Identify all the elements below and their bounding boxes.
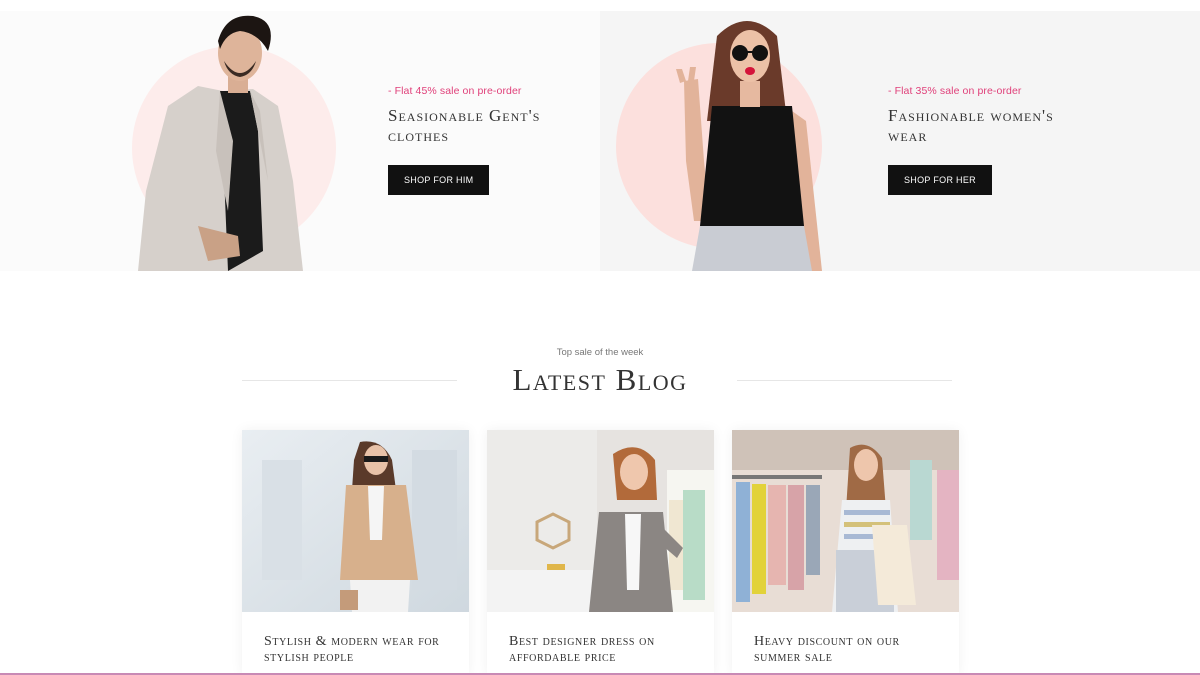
blog-image[interactable]	[487, 430, 714, 612]
page: - Flat 45% sale on pre-order Seasionable…	[0, 0, 1200, 675]
promo-tag: - Flat 35% sale on pre-order	[888, 85, 1022, 97]
woman-model-image	[676, 21, 822, 271]
section-subtitle: Top sale of the week	[556, 347, 644, 358]
promo-banner-women[interactable]: - Flat 35% sale on pre-order Fashionable…	[600, 11, 1200, 271]
blog-image[interactable]	[242, 430, 469, 612]
promo-text-men: - Flat 45% sale on pre-order Seasionable…	[388, 85, 578, 195]
promo-title: Seasionable Gent's clothes	[388, 106, 541, 145]
shop-for-him-button[interactable]: SHOP FOR HIM	[388, 165, 490, 195]
blog-post-title[interactable]: Stylish & modern wear for stylish people	[264, 634, 454, 666]
blog-card[interactable]: Stylish & modern wear for stylish people	[242, 430, 469, 675]
blog-card[interactable]: Heavy discount on our summer sale	[732, 430, 959, 675]
promo-title: Fashionable women's wear	[888, 106, 1054, 145]
shop-for-her-button[interactable]: SHOP FOR HER	[888, 165, 992, 195]
man-model-image	[138, 15, 303, 271]
section-title: Latest Blog	[512, 362, 688, 397]
divider-right	[737, 380, 952, 381]
blog-post-title[interactable]: Best designer dress on affordable price	[509, 634, 699, 666]
promo-text-women: - Flat 35% sale on pre-order Fashionable…	[888, 85, 1078, 195]
promo-banner-men[interactable]: - Flat 45% sale on pre-order Seasionable…	[0, 11, 600, 271]
blog-card[interactable]: Best designer dress on affordable price	[487, 430, 714, 675]
blog-image[interactable]	[732, 430, 959, 612]
blog-post-title[interactable]: Heavy discount on our summer sale	[754, 634, 944, 666]
promo-tag: - Flat 45% sale on pre-order	[388, 85, 522, 97]
